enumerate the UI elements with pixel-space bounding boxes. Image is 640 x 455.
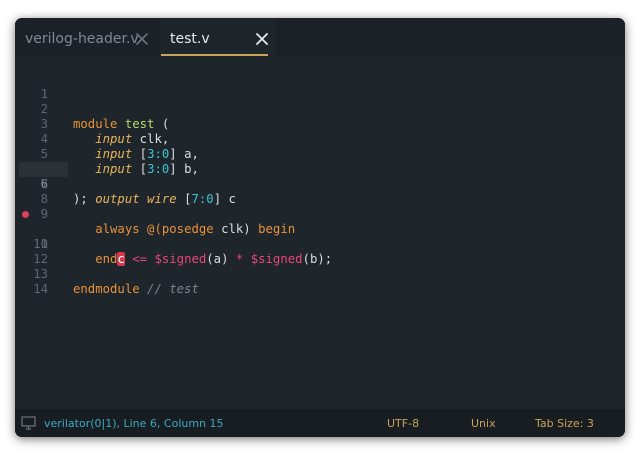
- tab-bar: verilog-header.v test.v: [15, 18, 625, 56]
- encoding-indicator[interactable]: UTF-8: [387, 417, 419, 430]
- code-line: 4 input [3:0] a,: [15, 117, 625, 161]
- status-bar: verilator(0|1), Line 6, Column 15 UTF-8 …: [15, 409, 625, 437]
- code-line: 2 module test (: [15, 87, 625, 131]
- tab-size-indicator[interactable]: Tab Size: 3: [535, 417, 594, 430]
- code-editor[interactable]: 1 2 module test ( 3 input clk, 4 input […: [15, 56, 625, 409]
- comment: // test: [139, 282, 199, 296]
- code-line: 9 always @(posedge clk) begin: [15, 192, 625, 236]
- code-line: 1: [15, 72, 625, 101]
- code-line: 7 );: [15, 162, 625, 206]
- line-number: 14: [33, 282, 48, 296]
- line-endings-indicator[interactable]: Unix: [471, 417, 496, 430]
- code-line: 14: [15, 267, 625, 296]
- status-message[interactable]: verilator(0|1), Line 6, Column 15: [44, 417, 224, 430]
- tab-label: verilog-header.v: [25, 31, 139, 47]
- monitor-icon[interactable]: [21, 416, 36, 430]
- close-icon[interactable]: [136, 33, 148, 45]
- code-text: endmodule // test: [73, 282, 199, 297]
- close-icon[interactable]: [256, 33, 268, 45]
- code-line: 5 input [3:0] b,: [15, 132, 625, 176]
- tab-verilog-header[interactable]: verilog-header.v: [15, 18, 167, 56]
- keyword: endmodule: [73, 282, 140, 296]
- tab-label: test.v: [170, 31, 210, 47]
- code-line: 8: [15, 177, 625, 206]
- code-line: 12: [15, 237, 625, 266]
- editor-window: verilog-header.v test.v 1 2 module test …: [15, 18, 625, 437]
- code-line: 11 end: [15, 222, 625, 266]
- breakpoint-icon[interactable]: [22, 211, 29, 218]
- code-line-error: 10 c <= $signed(a) * $signed(b);: [15, 207, 625, 266]
- code-line-current: 6 output wire [7:0] c: [15, 147, 625, 206]
- tab-test-v[interactable]: test.v: [160, 18, 276, 56]
- code-line: 3 input clk,: [15, 102, 625, 146]
- code-line: 13 endmodule // test: [15, 252, 625, 296]
